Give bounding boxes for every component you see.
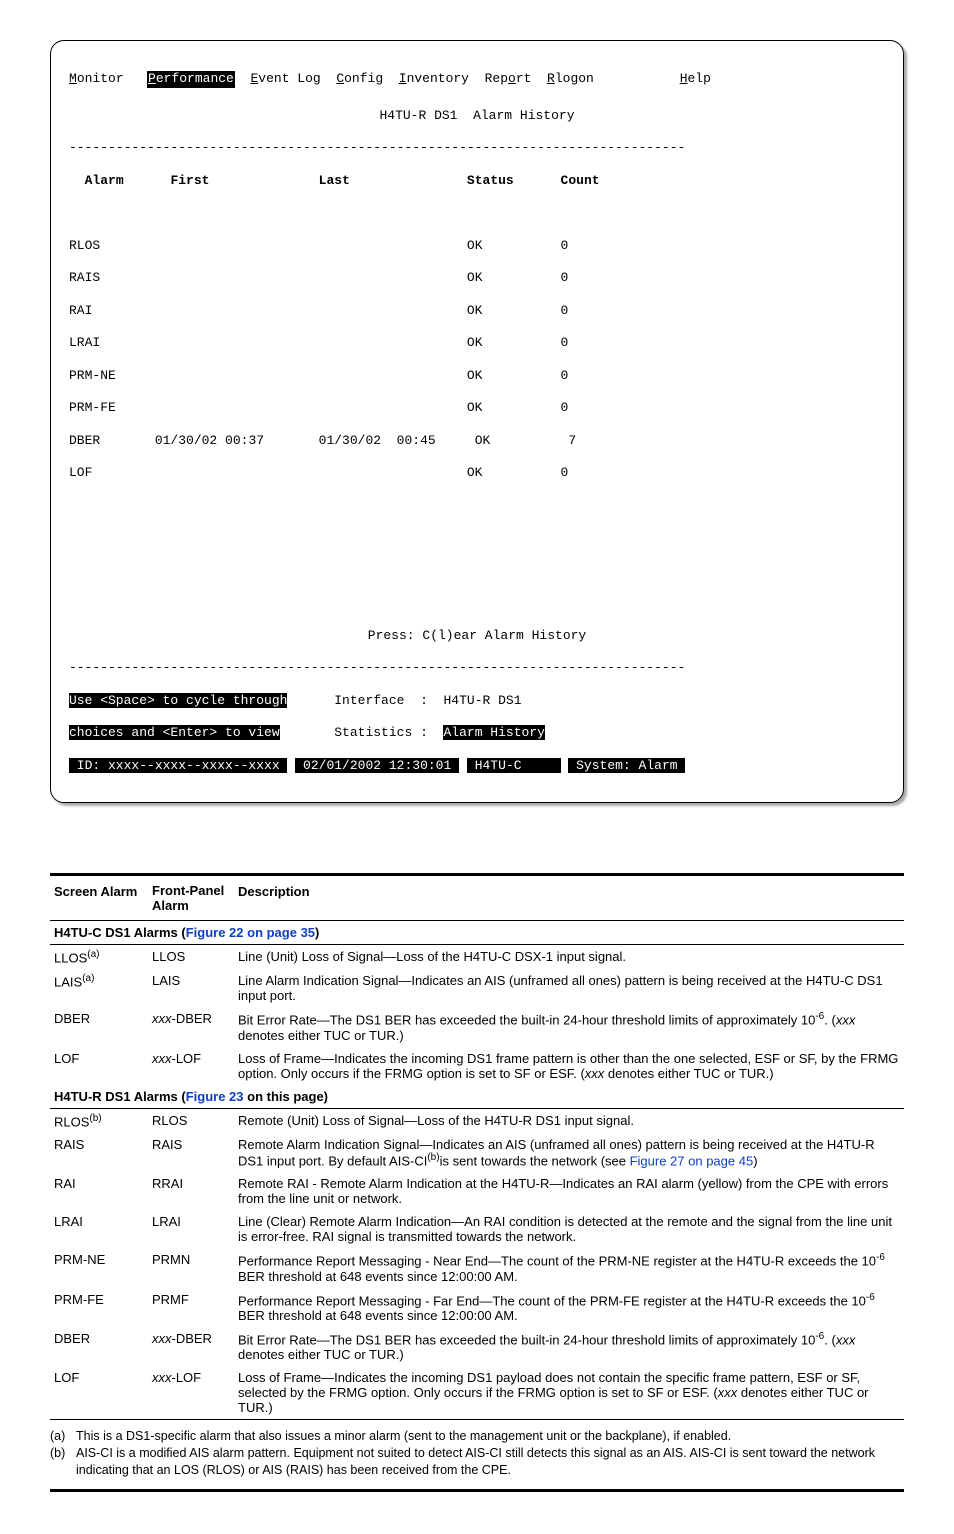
table-bottom-rule [50, 1419, 904, 1420]
terminal-hint-row: choices and <Enter> to view Statistics :… [69, 725, 885, 741]
alarm-row: LOF OK 0 [69, 465, 885, 481]
table-row: DBER xxx-DBER Bit Error Rate—The DS1 BER… [50, 1327, 904, 1366]
terminal-blank [69, 498, 885, 514]
footnotes: (a)This is a DS1-specific alarm that als… [50, 1428, 904, 1479]
alarm-row: LRAI OK 0 [69, 335, 885, 351]
terminal-divider: ----------------------------------------… [69, 660, 885, 676]
alarms-table: Screen Alarm Front-PanelAlarm Descriptio… [50, 878, 904, 1419]
th-screen-alarm: Screen Alarm [50, 878, 148, 920]
terminal-status-bar: ID: xxxx--xxxx--xxxx--xxxx 02/01/2002 12… [69, 758, 885, 774]
table-row: LOF xxx-LOF Loss of Frame—Indicates the … [50, 1047, 904, 1085]
alarm-row: PRM-FE OK 0 [69, 400, 885, 416]
link-figure-22[interactable]: Figure 22 on page 35 [186, 925, 315, 940]
alarm-row: RAI OK 0 [69, 303, 885, 319]
page-bottom-rule [50, 1489, 904, 1492]
terminal-screen: Monitor Performance Event Log Config Inv… [50, 40, 904, 803]
terminal-blank [69, 205, 885, 221]
section-h4tur: H4TU-R DS1 Alarms (Figure 23 on this pag… [50, 1085, 904, 1109]
table-top-rule [50, 873, 904, 876]
terminal-hint-row: Use <Space> to cycle through Interface :… [69, 693, 885, 709]
terminal-blank [69, 563, 885, 579]
table-row: LAIS(a) LAIS Line Alarm Indication Signa… [50, 969, 904, 1007]
terminal-divider: ----------------------------------------… [69, 140, 885, 156]
terminal-blank [69, 530, 885, 546]
table-row: LRAI LRAI Line (Clear) Remote Alarm Indi… [50, 1210, 904, 1248]
table-row: RAIS RAIS Remote Alarm Indication Signal… [50, 1133, 904, 1172]
terminal-blank [69, 595, 885, 611]
terminal-header-row: Alarm First Last Status Count [69, 173, 885, 189]
alarm-row: DBER 01/30/02 00:37 01/30/02 00:45 OK 7 [69, 433, 885, 449]
link-figure-27[interactable]: Figure 27 on page 45 [630, 1153, 754, 1168]
terminal-menu: Monitor Performance Event Log Config Inv… [69, 71, 885, 87]
alarm-row: RAIS OK 0 [69, 270, 885, 286]
alarm-row: PRM-NE OK 0 [69, 368, 885, 384]
table-row: LLOS(a) LLOS Line (Unit) Loss of Signal—… [50, 945, 904, 970]
th-front-panel: Front-PanelAlarm [148, 878, 234, 920]
link-figure-23[interactable]: Figure 23 [186, 1089, 244, 1104]
table-row: RLOS(b) RLOS Remote (Unit) Loss of Signa… [50, 1108, 904, 1133]
table-row: DBER xxx-DBER Bit Error Rate—The DS1 BER… [50, 1007, 904, 1046]
th-description: Description [234, 878, 904, 920]
table-row: RAI RRAI Remote RAI - Remote Alarm Indic… [50, 1172, 904, 1210]
table-row: PRM-NE PRMN Performance Report Messaging… [50, 1248, 904, 1287]
terminal-press-line: Press: C(l)ear Alarm History [69, 628, 885, 644]
table-row: PRM-FE PRMF Performance Report Messaging… [50, 1288, 904, 1327]
alarm-row: RLOS OK 0 [69, 238, 885, 254]
table-row: LOF xxx-LOF Loss of Frame—Indicates the … [50, 1366, 904, 1419]
section-h4tuc: H4TU-C DS1 Alarms (Figure 22 on page 35) [50, 921, 904, 945]
terminal-title: H4TU-R DS1 Alarm History [69, 108, 885, 124]
